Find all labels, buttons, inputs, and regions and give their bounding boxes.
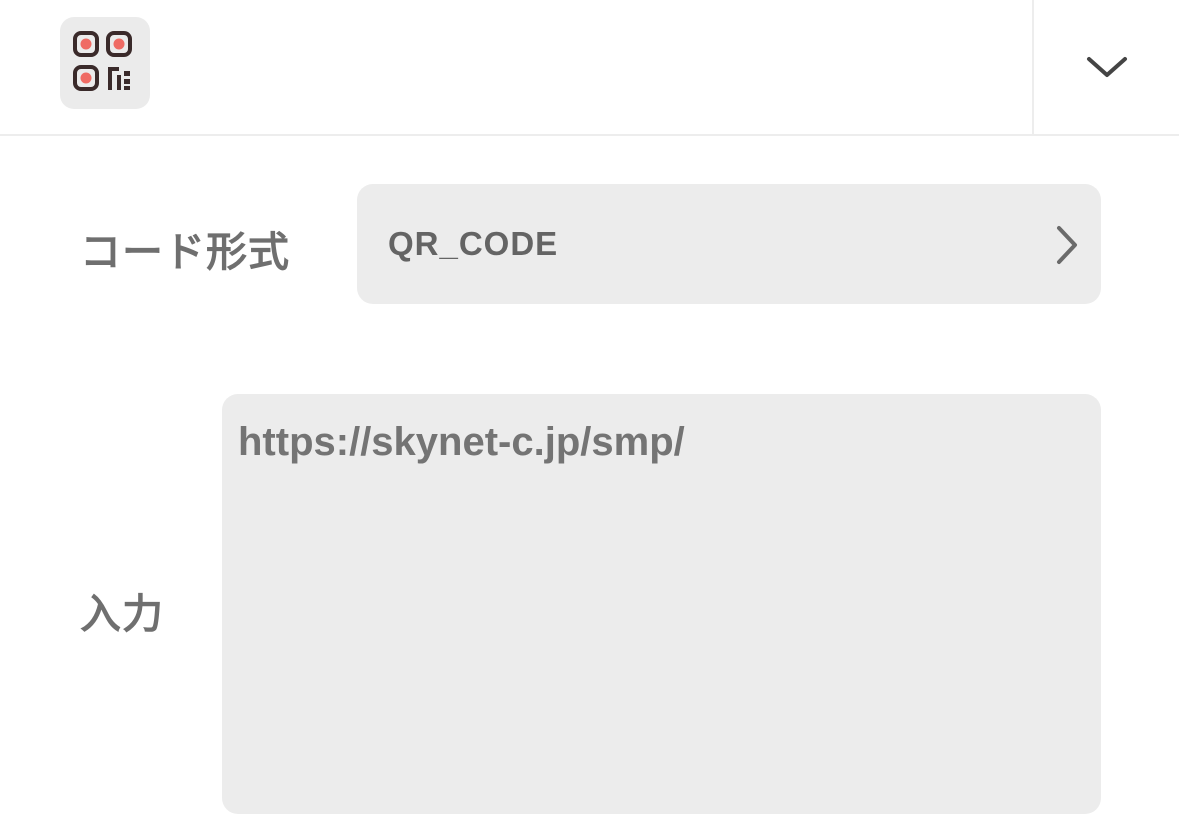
code-format-select[interactable]: QR_CODE <box>357 184 1101 304</box>
code-format-label: コード形式 <box>80 228 290 276</box>
input-textarea[interactable]: https://skynet-c.jp/smp/ <box>222 394 1101 814</box>
input-label: 入力 <box>80 590 164 638</box>
app-header <box>0 0 1179 136</box>
chevron-right-icon <box>1057 226 1077 264</box>
qr-code-icon <box>60 17 150 109</box>
chevron-down-icon <box>1086 57 1127 77</box>
collapse-button[interactable] <box>1034 0 1179 134</box>
code-format-value: QR_CODE <box>388 225 559 262</box>
